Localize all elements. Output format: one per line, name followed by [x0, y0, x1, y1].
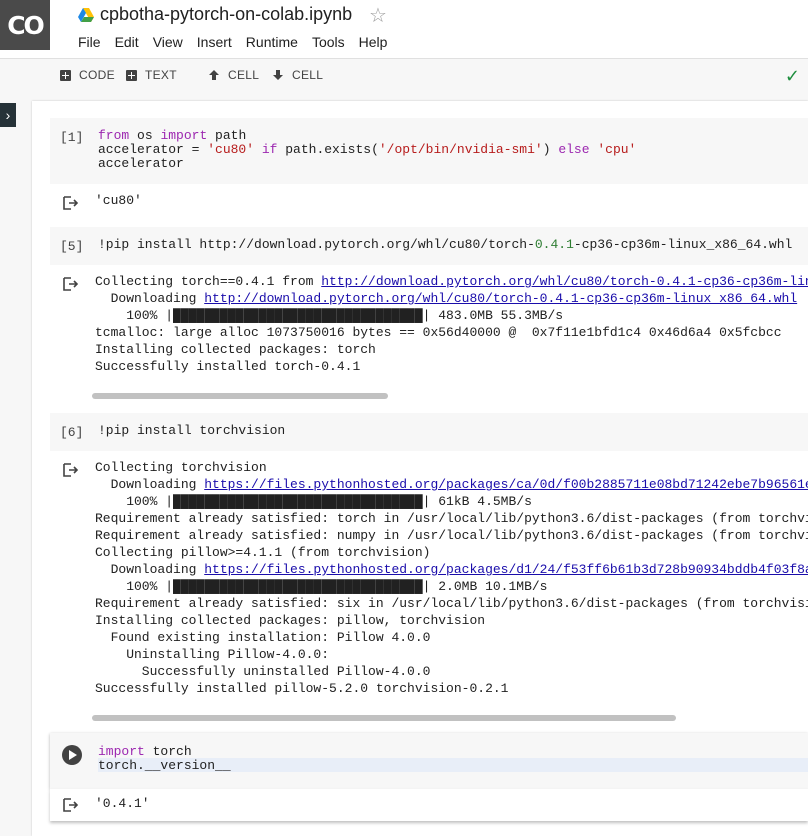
app-header: CO cpbotha-pytorch-on-colab.ipynb ☆ File…	[0, 0, 808, 58]
menu-tools[interactable]: Tools	[312, 34, 345, 50]
cell-down-label: CELL	[292, 68, 324, 82]
add-text-button[interactable]: TEXT	[126, 68, 177, 82]
cell-output-3: Collecting torchvision Downloading https…	[50, 451, 808, 731]
torch-download-link[interactable]: http://download.pytorch.org/whl/cu80/tor…	[204, 291, 797, 306]
cell-output-4: '0.4.1'	[50, 789, 808, 821]
cell-code-1[interactable]: from os import path accelerator = 'cu80'…	[98, 129, 636, 171]
move-cell-up-button[interactable]: CELL	[208, 68, 259, 82]
expand-sidebar-chevron-icon[interactable]: ›	[0, 103, 16, 127]
cell-prompt: [5]	[60, 239, 84, 254]
add-code-button[interactable]: CODE	[60, 68, 115, 82]
pillow-download-link[interactable]: https://files.pythonhosted.org/packages/…	[204, 562, 808, 577]
cell-code-2[interactable]: !pip install http://download.pytorch.org…	[98, 238, 792, 252]
move-cell-down-button[interactable]: CELL	[272, 68, 323, 82]
arrow-up-icon	[209, 70, 219, 80]
output-arrow-icon[interactable]	[63, 463, 79, 477]
output-arrow-icon[interactable]	[63, 277, 79, 291]
cell-up-label: CELL	[228, 68, 260, 82]
output-text-2: Collecting torch==0.4.1 from http://down…	[95, 273, 808, 375]
menu-bar: File Edit View Insert Runtime Tools Help	[78, 34, 401, 50]
menu-runtime[interactable]: Runtime	[246, 34, 298, 50]
notebook-title[interactable]: cpbotha-pytorch-on-colab.ipynb	[100, 4, 352, 25]
menu-insert[interactable]: Insert	[197, 34, 232, 50]
add-code-label: CODE	[79, 68, 115, 82]
code-cell-2[interactable]: [5] !pip install http://download.pytorch…	[50, 227, 808, 265]
output-text-3: Collecting torchvision Downloading https…	[95, 459, 808, 697]
cell-prompt: [6]	[60, 425, 84, 440]
output-arrow-icon[interactable]	[63, 798, 79, 812]
arrow-down-icon	[273, 70, 283, 80]
output-text-4: '0.4.1'	[95, 796, 150, 811]
cell-code-4[interactable]: import torch torch.__version__	[98, 745, 231, 773]
cell-code-3[interactable]: !pip install torchvision	[98, 424, 285, 438]
output-arrow-icon[interactable]	[63, 196, 79, 210]
code-cell-1[interactable]: [1] from os import path accelerator = 'c…	[50, 118, 808, 184]
menu-help[interactable]: Help	[359, 34, 388, 50]
star-icon[interactable]: ☆	[369, 3, 387, 28]
code-cell-4[interactable]: import torch torch.__version__	[50, 733, 808, 789]
horizontal-scrollbar[interactable]	[90, 391, 808, 401]
torchvision-download-link[interactable]: https://files.pythonhosted.org/packages/…	[204, 477, 808, 492]
toolbar: CODE TEXT CELL CELL ✓	[0, 58, 808, 95]
menu-view[interactable]: View	[153, 34, 183, 50]
run-cell-play-icon[interactable]	[62, 745, 82, 765]
output-text-1: 'cu80'	[95, 193, 142, 208]
plus-box-icon	[60, 69, 71, 81]
horizontal-scrollbar[interactable]	[90, 713, 808, 723]
code-cell-3[interactable]: [6] !pip install torchvision	[50, 413, 808, 451]
google-drive-icon	[78, 8, 94, 22]
torch-wheel-link[interactable]: http://download.pytorch.org/whl/cu80/tor…	[321, 274, 808, 289]
cell-prompt: [1]	[60, 130, 84, 145]
cell-output-1: 'cu80'	[50, 184, 808, 224]
menu-edit[interactable]: Edit	[115, 34, 139, 50]
add-text-label: TEXT	[145, 68, 177, 82]
cell-output-2: Collecting torch==0.4.1 from http://down…	[50, 265, 808, 405]
menu-file[interactable]: File	[78, 34, 101, 50]
saved-check-icon[interactable]: ✓	[785, 66, 800, 87]
notebook-area: [1] from os import path accelerator = 'c…	[32, 101, 808, 836]
plus-box-icon	[126, 69, 137, 81]
colab-logo[interactable]: CO	[0, 0, 50, 50]
